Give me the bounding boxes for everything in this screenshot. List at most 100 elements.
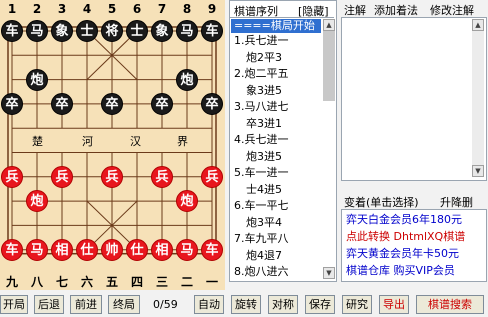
- black-piece[interactable]: 卒: [101, 92, 123, 115]
- black-piece[interactable]: 卒: [1, 92, 23, 115]
- move-item[interactable]: 士4进5: [246, 182, 282, 197]
- research-button[interactable]: 研究: [342, 295, 372, 314]
- red-piece[interactable]: 相: [51, 238, 73, 261]
- variation-link[interactable]: 弈天黄金会员年卡50元: [346, 246, 459, 261]
- move-item[interactable]: 炮2平3: [246, 50, 282, 65]
- chess-board[interactable]: 123456789 九八七六五四三二一 楚河汉界 车马象士将士象马车炮炮卒卒卒卒…: [0, 0, 225, 290]
- scroll-down-icon[interactable]: ▼: [323, 267, 335, 279]
- red-piece[interactable]: 兵: [201, 165, 223, 188]
- variation-link[interactable]: 棋谱仓库 购买VIP会员: [346, 263, 455, 278]
- variation-title: 变着(单击选择): [344, 196, 419, 209]
- file-number-top: 5: [107, 2, 117, 16]
- river-char: 河: [82, 135, 93, 149]
- rotate-button[interactable]: 旋转: [231, 295, 261, 314]
- river-char: 汉: [130, 135, 141, 149]
- file-number-bottom: 二: [180, 275, 193, 289]
- mirror-button[interactable]: 对称: [268, 295, 298, 314]
- black-piece[interactable]: 炮: [26, 68, 48, 91]
- move-list-panel: 棋谱序列 [隐藏] ====棋局开始 1.兵七进一 炮2平3 2.炮二平五 象3进5 3…: [229, 0, 337, 282]
- red-piece[interactable]: 兵: [151, 165, 173, 188]
- notes-scroll-track[interactable]: [472, 31, 484, 165]
- move-item[interactable]: 1.兵七进一: [234, 33, 289, 48]
- black-piece[interactable]: 马: [26, 20, 48, 42]
- red-piece[interactable]: 兵: [101, 165, 123, 188]
- file-number-top: 9: [207, 2, 217, 16]
- black-piece[interactable]: 车: [1, 20, 23, 42]
- file-number-bottom: 一: [205, 275, 218, 289]
- move-item[interactable]: 3.马八进七: [234, 99, 289, 114]
- red-piece[interactable]: 马: [176, 238, 198, 261]
- variation-list: 弈天白金会员6年180元 点此转换 DhtmlXQ棋谱 弈天黄金会员年卡50元 棋谱仓…: [341, 209, 487, 282]
- river-char: 楚: [32, 135, 43, 149]
- red-piece[interactable]: 帅: [101, 238, 123, 261]
- move-item[interactable]: 4.兵七进一: [234, 132, 289, 147]
- black-piece[interactable]: 象: [151, 20, 173, 42]
- move-item[interactable]: 5.车一进一: [234, 165, 289, 180]
- file-number-top: 7: [157, 2, 167, 16]
- variation-link[interactable]: 弈天白金会员6年180元: [346, 212, 462, 227]
- tab-add-move[interactable]: 添加着法: [374, 2, 418, 18]
- save-button[interactable]: 保存: [305, 295, 335, 314]
- move-item[interactable]: 象3进5: [246, 83, 282, 98]
- black-piece[interactable]: 卒: [51, 92, 73, 115]
- file-number-bottom: 三: [155, 275, 168, 289]
- start-button[interactable]: 开局: [0, 295, 28, 314]
- move-counter: 0/59: [153, 298, 178, 311]
- red-piece[interactable]: 车: [1, 238, 23, 261]
- forward-button[interactable]: 前进: [70, 295, 102, 314]
- file-number-top: 4: [82, 2, 92, 16]
- notes-scroll-down-icon[interactable]: ▼: [472, 165, 484, 177]
- move-item[interactable]: 6.车一平七: [234, 198, 289, 213]
- file-number-bottom: 八: [30, 275, 43, 289]
- file-number-top: 8: [182, 2, 192, 16]
- river-char: 界: [177, 135, 188, 149]
- file-number-top: 3: [57, 2, 67, 16]
- file-number-top: 6: [132, 2, 142, 16]
- red-piece[interactable]: 仕: [76, 238, 98, 261]
- red-piece[interactable]: 相: [151, 238, 173, 261]
- red-piece[interactable]: 炮: [176, 190, 198, 213]
- black-piece[interactable]: 士: [76, 20, 98, 42]
- file-number-bottom: 七: [55, 275, 68, 289]
- move-item[interactable]: 炮3进5: [246, 149, 282, 164]
- move-item[interactable]: 卒3进1: [246, 116, 282, 131]
- black-piece[interactable]: 炮: [176, 68, 198, 91]
- file-number-bottom: 五: [105, 275, 118, 289]
- red-piece[interactable]: 仕: [126, 238, 148, 261]
- red-piece[interactable]: 炮: [26, 190, 48, 213]
- black-piece[interactable]: 车: [201, 20, 223, 42]
- notes-textarea[interactable]: ▲ ▼: [341, 17, 487, 181]
- notes-scroll-up-icon[interactable]: ▲: [472, 19, 484, 31]
- move-item[interactable]: 7.车九平八: [234, 231, 289, 246]
- black-piece[interactable]: 卒: [151, 92, 173, 115]
- move-start[interactable]: ====棋局开始: [234, 18, 315, 33]
- file-number-bottom: 九: [5, 275, 18, 289]
- end-button[interactable]: 终局: [108, 295, 140, 314]
- back-button[interactable]: 后退: [34, 295, 64, 314]
- variation-actions[interactable]: 升降删: [440, 194, 473, 210]
- black-piece[interactable]: 卒: [201, 92, 223, 115]
- move-item[interactable]: 2.炮二平五: [234, 66, 289, 81]
- red-piece[interactable]: 兵: [1, 165, 23, 188]
- game-search-button[interactable]: 棋谱搜索: [416, 295, 484, 314]
- scroll-up-icon[interactable]: ▲: [323, 19, 335, 31]
- move-item[interactable]: 炮3平4: [246, 215, 282, 230]
- black-piece[interactable]: 象: [51, 20, 73, 42]
- black-piece[interactable]: 将: [101, 20, 123, 42]
- black-piece[interactable]: 马: [176, 20, 198, 42]
- black-piece[interactable]: 士: [126, 20, 148, 42]
- red-piece[interactable]: 车: [201, 238, 223, 261]
- file-number-bottom: 六: [80, 275, 93, 289]
- auto-button[interactable]: 自动: [194, 295, 224, 314]
- tab-notes[interactable]: 注解: [344, 2, 366, 18]
- scroll-thumb[interactable]: [323, 31, 335, 101]
- tab-edit-notes[interactable]: 修改注解: [430, 2, 474, 18]
- move-item[interactable]: 8.炮八进六: [234, 264, 289, 279]
- file-number-top: 2: [32, 2, 42, 16]
- export-button[interactable]: 导出: [379, 295, 409, 314]
- variation-link[interactable]: 点此转换 DhtmlXQ棋谱: [346, 229, 465, 244]
- red-piece[interactable]: 兵: [51, 165, 73, 188]
- red-piece[interactable]: 马: [26, 238, 48, 261]
- file-number-top: 1: [7, 2, 17, 16]
- move-item[interactable]: 炮4退7: [246, 248, 282, 263]
